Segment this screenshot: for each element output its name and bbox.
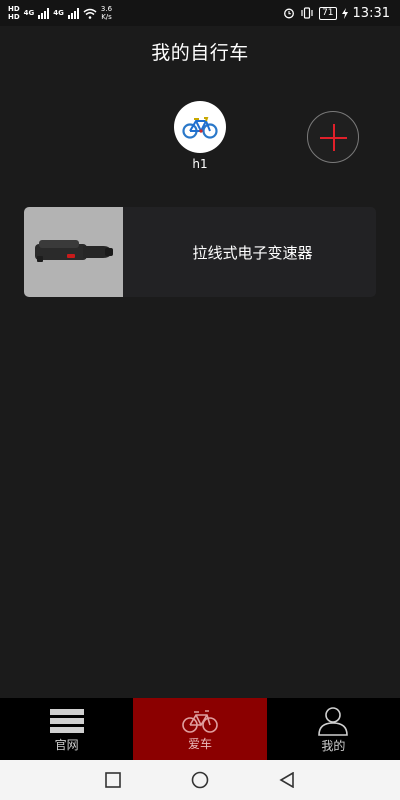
network-speed: 3.6 K/s — [101, 5, 112, 21]
wifi-icon — [83, 8, 97, 19]
vibrate-icon — [301, 7, 313, 19]
square-icon[interactable] — [105, 772, 121, 788]
circle-icon[interactable] — [191, 771, 209, 789]
battery-level: 71 — [322, 7, 334, 18]
speed-value: 3.6 — [100, 5, 113, 13]
bottom-nav: 官网 爱车 我的 — [0, 698, 400, 760]
device-card[interactable]: 拉线式电子变速器 — [24, 207, 376, 297]
system-nav-bar — [0, 760, 400, 800]
device-label: 拉线式电子变速器 — [192, 243, 313, 262]
speed-unit: K/s — [101, 13, 112, 21]
hd-label-1: HD — [8, 5, 20, 13]
nav-label-my-bike: 爱车 — [187, 736, 212, 751]
charging-icon — [341, 7, 348, 19]
nav-item-me[interactable]: 我的 — [267, 698, 400, 760]
status-right: 71 13:31 — [283, 6, 390, 21]
nav-label-me: 我的 — [321, 738, 346, 753]
device-thumbnail — [24, 207, 123, 297]
derailleur-device-icon — [34, 240, 113, 262]
status-bar: HD HD 4G 4G 3.6 K/s 71 13:31 — [0, 0, 400, 26]
menu-lines-icon — [49, 708, 84, 733]
triangle-back-icon[interactable] — [279, 772, 295, 788]
user-icon — [318, 706, 349, 736]
battery-icon: 71 — [319, 6, 337, 20]
alarm-icon — [284, 8, 295, 19]
clock: 13:31 — [352, 5, 390, 21]
add-bike-button[interactable] — [307, 111, 359, 163]
bicycle-icon — [182, 117, 218, 139]
bicycle-icon — [182, 709, 218, 733]
page-title: 我的自行车 — [151, 42, 249, 64]
hd-indicators: HD HD — [8, 5, 20, 21]
nav-label-official-site: 官网 — [54, 737, 79, 752]
bike-name[interactable]: h1 — [174, 157, 226, 171]
nav-item-my-bike[interactable]: 爱车 — [133, 698, 267, 760]
hd-label-2: HD — [8, 13, 20, 21]
signal-icon — [38, 7, 50, 19]
network-label-1: 4G — [23, 9, 35, 17]
network-label-2: 4G — [53, 9, 64, 17]
nav-item-official-site[interactable]: 官网 — [0, 698, 133, 760]
signal-icon — [67, 7, 79, 19]
bike-avatar[interactable] — [174, 101, 226, 153]
status-left: HD HD 4G 4G 3.6 K/s — [8, 5, 112, 21]
